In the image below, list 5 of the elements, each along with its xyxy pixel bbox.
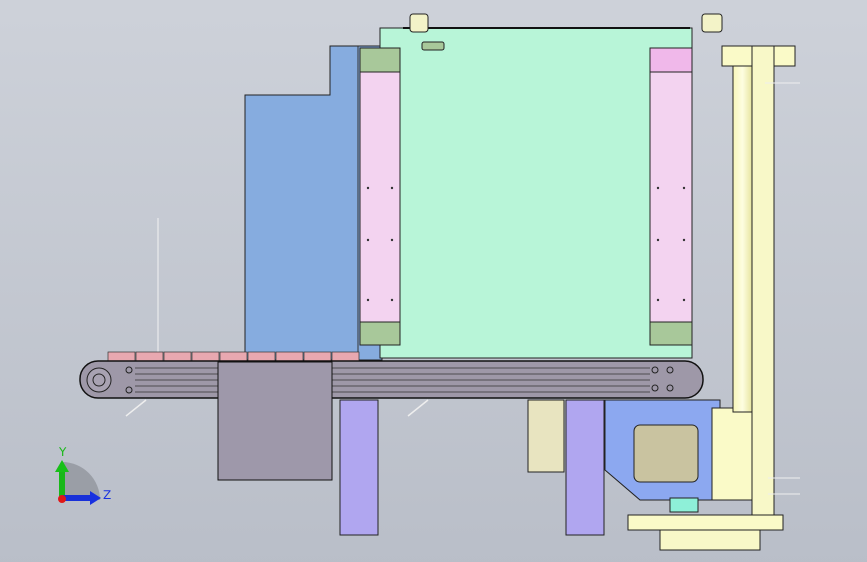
z-axis-label: Z: [103, 488, 112, 502]
y-axis-label: Y: [59, 445, 66, 459]
axis-triad-drawing: [55, 460, 101, 505]
leader-line: [408, 399, 428, 417]
leader-line: [126, 399, 146, 417]
